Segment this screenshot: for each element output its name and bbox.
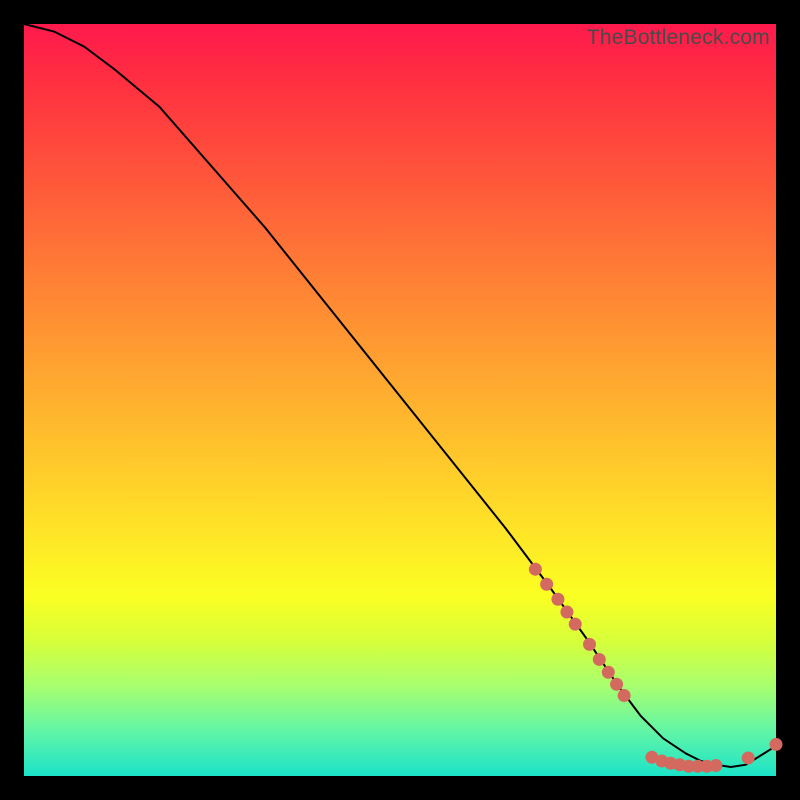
- curve-marker: [569, 618, 582, 631]
- curve-marker: [709, 759, 722, 772]
- curve-marker: [540, 578, 553, 591]
- chart-svg: [24, 24, 776, 776]
- bottleneck-curve: [24, 24, 776, 767]
- curve-marker: [560, 606, 573, 619]
- curve-marker: [602, 666, 615, 679]
- curve-marker: [610, 678, 623, 691]
- curve-marker: [551, 593, 564, 606]
- chart-gradient-background: TheBottleneck.com: [24, 24, 776, 776]
- curve-markers: [529, 563, 783, 773]
- curve-marker: [529, 563, 542, 576]
- curve-marker: [583, 638, 596, 651]
- curve-marker: [742, 751, 755, 764]
- curve-marker: [770, 738, 783, 751]
- curve-marker: [593, 653, 606, 666]
- curve-marker: [618, 689, 631, 702]
